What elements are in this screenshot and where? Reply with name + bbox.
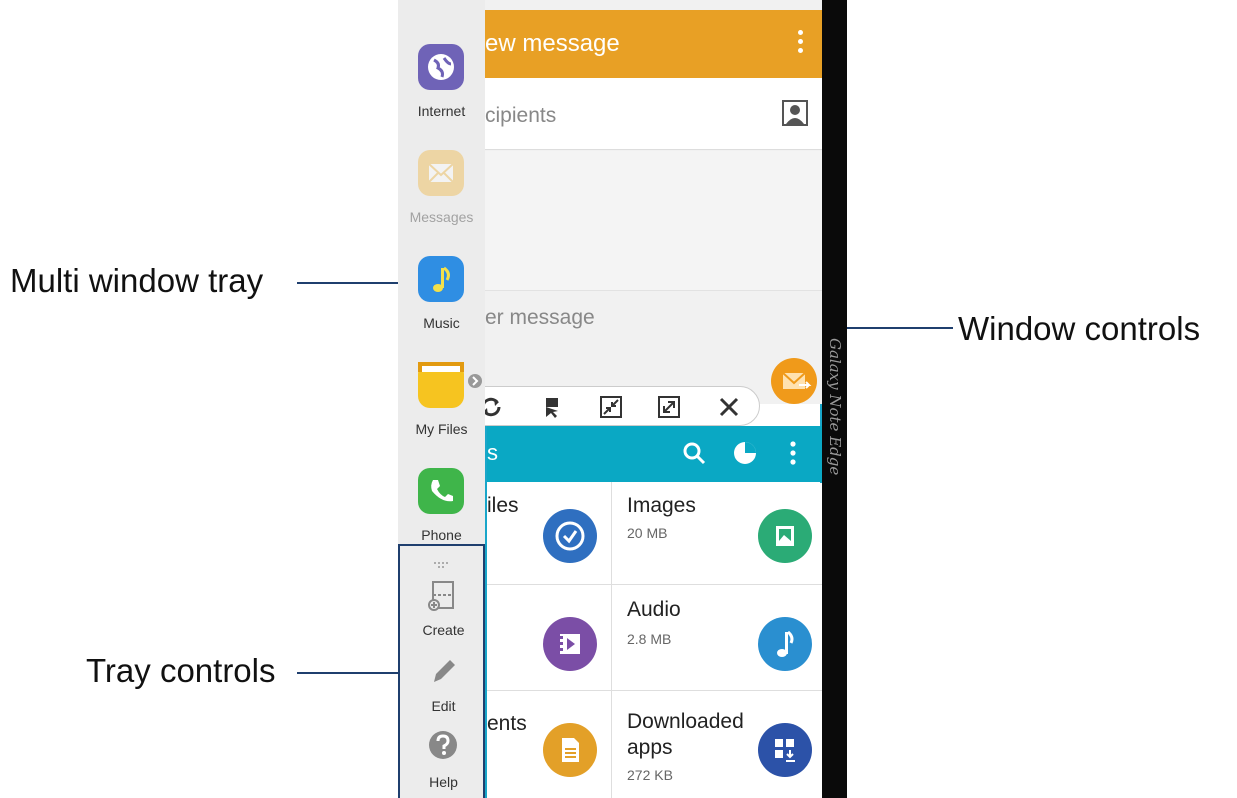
message-header: ew message: [485, 10, 822, 78]
leader-line-tray: [297, 282, 400, 284]
message-title: ew message: [485, 30, 620, 57]
category-label: Downloaded apps: [627, 710, 744, 759]
category-label: Images: [627, 494, 696, 517]
contact-icon[interactable]: [782, 100, 808, 126]
close-icon[interactable]: [715, 393, 743, 421]
folder-icon: [418, 362, 464, 408]
callout-tray-controls: Tray controls: [86, 652, 276, 689]
search-icon[interactable]: [681, 440, 707, 466]
drag-drop-icon[interactable]: [537, 393, 565, 421]
phone-icon: [418, 468, 464, 514]
image-icon: [758, 509, 812, 563]
category-size: 20 MB: [627, 525, 668, 541]
tray-item-label: Messages: [409, 209, 474, 225]
tray-item-label: My Files: [415, 421, 468, 437]
tray-control-help[interactable]: Help: [400, 730, 487, 792]
tray-item-label: Music: [423, 315, 460, 331]
files-header: s: [487, 426, 824, 482]
tray-item-label: Phone: [421, 527, 462, 543]
tray-item-music[interactable]: Music: [398, 254, 485, 336]
svg-text:Galaxy Note Edge: Galaxy Note Edge: [826, 338, 844, 475]
my-files-app-window: s iles Images 20 MB Audio 2.8 MB ents Do…: [485, 404, 824, 798]
globe-icon: [418, 44, 464, 90]
tray-item-phone[interactable]: Phone: [398, 466, 485, 548]
category-label: iles: [487, 494, 519, 517]
tray-control-label: Create: [422, 622, 465, 638]
music-note-icon: [418, 256, 464, 302]
category-documents[interactable]: ents: [487, 691, 611, 798]
leader-line-tray-controls: [297, 672, 400, 674]
category-size: 2.8 MB: [627, 631, 672, 647]
help-icon: [428, 730, 458, 760]
tray-controls: Create Edit Help: [398, 544, 485, 798]
files-more-options-icon[interactable]: [789, 440, 797, 466]
tray-item-messages[interactable]: Messages: [398, 148, 485, 230]
category-label: ents: [487, 712, 527, 735]
category-audio[interactable]: Audio 2.8 MB: [612, 585, 824, 690]
category-label: Audio: [627, 598, 681, 621]
files-title: s: [487, 440, 498, 465]
drag-handle-icon[interactable]: [433, 556, 451, 568]
pencil-icon: [428, 654, 458, 686]
phone-screen: ew message cipients er message s iles Im…: [398, 0, 847, 798]
storage-usage-icon[interactable]: [732, 440, 758, 466]
callout-window-controls: Window controls: [958, 310, 1201, 347]
tray-item-my-files[interactable]: My Files: [398, 360, 485, 442]
tray-control-edit[interactable]: Edit: [400, 654, 487, 716]
edge-brand-text: Galaxy Note Edge: [826, 338, 844, 475]
envelope-icon: [418, 150, 464, 196]
chevron-right-icon[interactable]: [468, 374, 482, 388]
send-button[interactable]: [771, 358, 817, 404]
video-icon: [543, 617, 597, 671]
more-options-icon[interactable]: [798, 30, 804, 56]
tray-item-internet[interactable]: Internet: [398, 42, 485, 124]
recipients-field[interactable]: cipients: [485, 78, 822, 150]
document-icon: [543, 723, 597, 777]
create-window-icon: [428, 580, 458, 612]
tray-item-label: Internet: [417, 103, 466, 119]
recipients-placeholder: cipients: [485, 104, 557, 127]
minimize-icon[interactable]: [597, 393, 625, 421]
category-downloaded-apps[interactable]: Downloaded apps 272 KB: [612, 691, 824, 798]
category-images[interactable]: Images 20 MB: [612, 483, 824, 584]
category-videos[interactable]: [487, 585, 611, 690]
category-recent-files[interactable]: iles: [487, 483, 611, 584]
maximize-icon[interactable]: [655, 393, 683, 421]
callout-multi-window-tray: Multi window tray: [10, 262, 264, 299]
tray-control-label: Edit: [431, 698, 456, 714]
category-size: 272 KB: [627, 767, 673, 783]
recent-clock-icon: [543, 509, 597, 563]
audio-note-icon: [758, 617, 812, 671]
tray-control-label: Help: [429, 774, 458, 790]
edge-screen: Galaxy Note Edge: [822, 0, 847, 798]
message-body: [485, 151, 822, 291]
tray-control-create[interactable]: Create: [400, 580, 487, 642]
download-apps-icon: [758, 723, 812, 777]
message-input[interactable]: er message: [485, 306, 595, 330]
multi-window-tray: Internet Messages Music My Files Phone C…: [398, 0, 485, 798]
message-app-window: ew message cipients er message: [485, 0, 822, 404]
window-controls-bar: [454, 386, 760, 426]
